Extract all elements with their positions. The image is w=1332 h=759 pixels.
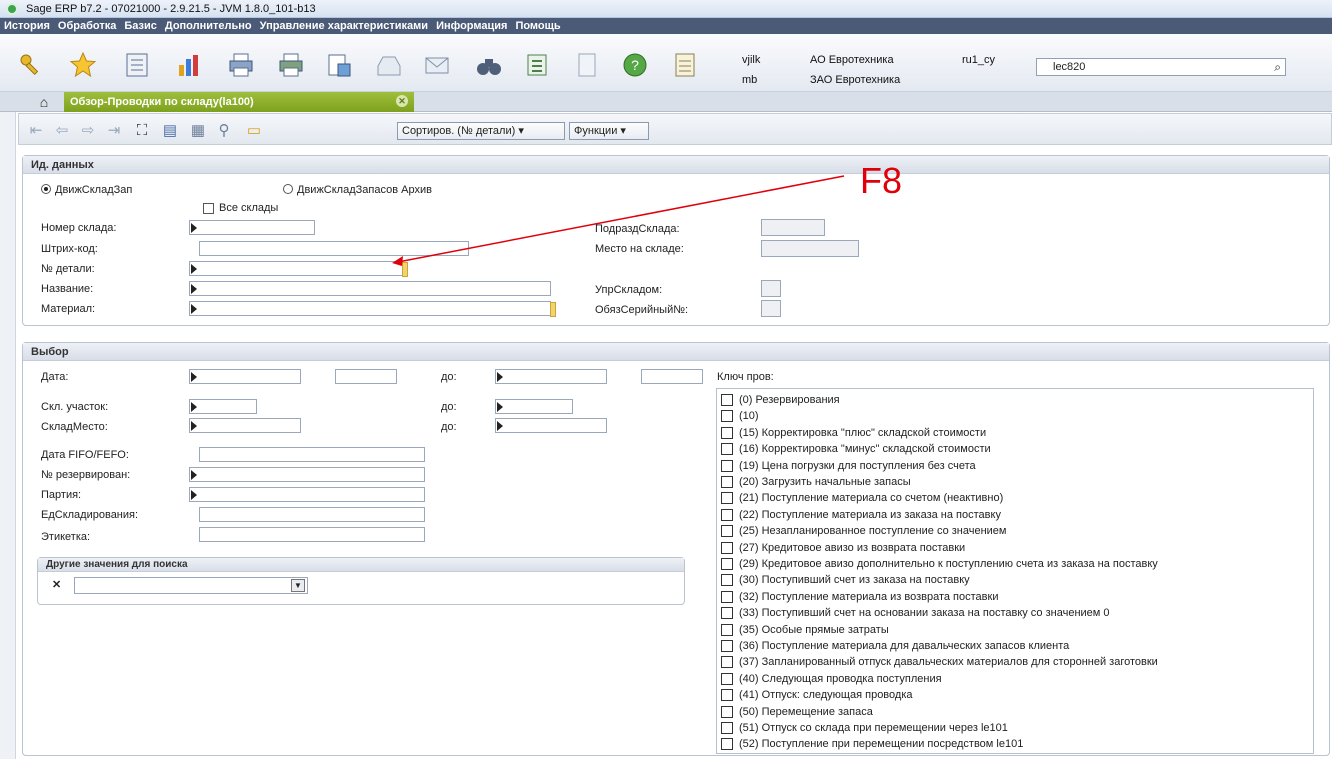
sage-erp-window: Sage ERP b7.2 - 07021000 - 2.9.21.5 - JV…: [0, 0, 1332, 759]
annotation-arrow: [392, 175, 845, 266]
f8-annotation-label: F8: [860, 160, 903, 201]
